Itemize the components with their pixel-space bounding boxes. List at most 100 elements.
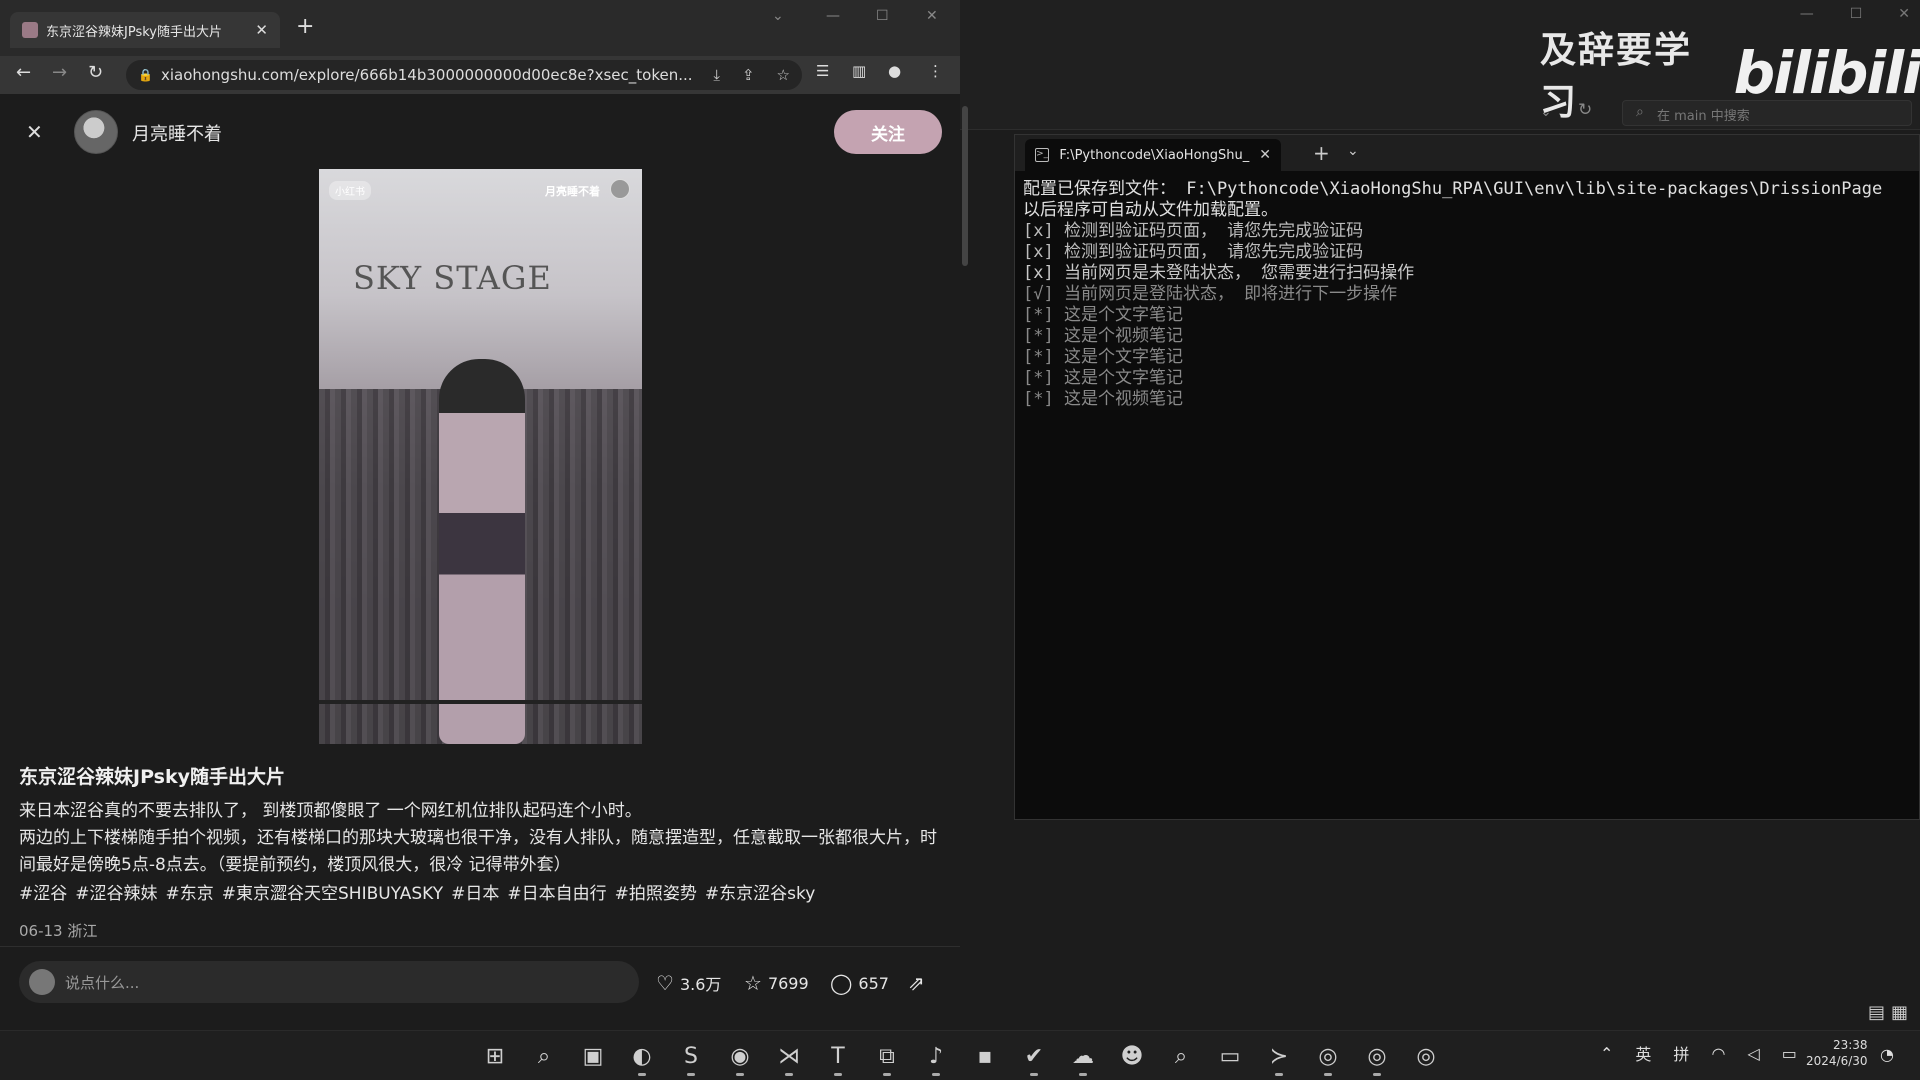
typora-icon[interactable]: T xyxy=(819,1035,857,1077)
check-icon[interactable]: ✔ xyxy=(1015,1035,1053,1077)
photo-icon[interactable]: ▪ xyxy=(966,1035,1004,1077)
watermark: 及辞要学习 bilibili xyxy=(1540,30,1920,123)
edge-icon[interactable]: ◐ xyxy=(623,1035,661,1077)
terminal-tab[interactable]: >_ F:\Pythoncode\XiaoHongShu_ ✕ xyxy=(1025,139,1281,171)
reload-button[interactable]: ↻ xyxy=(88,62,103,83)
new-tab-icon[interactable]: + xyxy=(1313,141,1330,165)
bookmark-star-icon[interactable]: ☆ xyxy=(777,66,790,84)
note-tag[interactable]: #日本自由行 xyxy=(507,879,606,904)
ime-language[interactable]: 英 xyxy=(1635,1041,1651,1065)
author-name[interactable]: 月亮睡不着 xyxy=(132,120,222,146)
note-page: ✕ 月亮睡不着 关注 小红书 月亮睡不着 SKY STAGE 东京涩谷辣妹JPs… xyxy=(0,94,960,1020)
terminal-line: 以后程序可自动从文件加载配置。 xyxy=(1023,200,1278,220)
note-tag[interactable]: #東京澀谷天空SHIBUYASKY xyxy=(222,879,443,904)
clock[interactable]: 23:38 2024/6/30 xyxy=(1806,1037,1868,1069)
maximize-icon[interactable]: ☐ xyxy=(876,8,889,24)
note-tag[interactable]: #涩谷辣妹 xyxy=(75,879,157,904)
system-tray: ⌃ 英 拼 ◠ ◁ ▭ xyxy=(1600,1041,1797,1065)
terminal-line: [x] 当前网页是未登陆状态， 您需要进行扫码操作 xyxy=(1023,263,1415,283)
maximize-icon[interactable]: ☐ xyxy=(1850,6,1863,22)
battery-icon[interactable]: ▭ xyxy=(1782,1044,1797,1063)
volume-icon[interactable]: ◁ xyxy=(1747,1044,1759,1063)
chrome-icon-2[interactable]: ◎ xyxy=(1358,1035,1396,1077)
clock-date: 2024/6/30 xyxy=(1806,1054,1868,1068)
close-icon[interactable]: ✕ xyxy=(926,8,938,24)
author-avatar[interactable] xyxy=(74,110,118,154)
explorer-icon[interactable]: ▭ xyxy=(1211,1035,1249,1077)
chrome-icon-1[interactable]: ◎ xyxy=(1309,1035,1347,1077)
task-view-icon[interactable]: ▣ xyxy=(574,1035,612,1077)
comment-input[interactable]: 说点什么... xyxy=(19,961,639,1003)
music-icon[interactable]: ♪ xyxy=(917,1035,955,1077)
everything-icon[interactable]: ⌕ xyxy=(1162,1035,1200,1077)
grid-view-icon[interactable]: ▦ xyxy=(1891,1002,1908,1023)
browser-tabstrip: 东京涩谷辣妹JPsky随手出大片 ✕ + ⌄ — ☐ ✕ xyxy=(0,0,960,56)
chrome-icon-3[interactable]: ◎ xyxy=(1407,1035,1445,1077)
menu-icon[interactable]: ⋮ xyxy=(928,62,943,80)
url-text[interactable]: xiaohongshu.com/explore/666b14b300000000… xyxy=(161,66,691,84)
follow-button[interactable]: 关注 xyxy=(834,110,942,154)
terminal-line: [x] 检测到验证码页面， 请您先完成验证码 xyxy=(1023,242,1364,262)
note-tag[interactable]: #东京 xyxy=(166,879,214,904)
wechat-icon[interactable]: ☁ xyxy=(1064,1035,1102,1077)
xiaohongshu-favicon-icon xyxy=(22,22,38,38)
side-panel-icon[interactable]: ▥ xyxy=(852,62,866,80)
close-icon[interactable]: ✕ xyxy=(1259,147,1271,163)
share-icon[interactable]: ⇪ xyxy=(742,66,755,84)
person-figure xyxy=(439,359,525,744)
collect-button[interactable]: ☆ 7699 xyxy=(744,971,809,995)
terminal-line: [*] 这是个文字笔记 xyxy=(1023,368,1183,388)
back-button[interactable]: ← xyxy=(16,62,31,83)
lock-icon: 🔒 xyxy=(138,68,153,82)
ime-mode[interactable]: 拼 xyxy=(1673,1041,1689,1065)
note-tag[interactable]: #东京涩谷sky xyxy=(705,879,815,904)
close-note-icon[interactable]: ✕ xyxy=(26,120,43,144)
tab-search-icon[interactable]: ☰ xyxy=(816,62,829,80)
multiwindow-icon[interactable]: ⧉ xyxy=(868,1035,906,1077)
forward-button[interactable]: → xyxy=(52,62,67,83)
terminal-tabbar: >_ F:\Pythoncode\XiaoHongShu_ ✕ + ⌄ xyxy=(1015,135,1919,171)
note-date-location: 06-13 浙江 xyxy=(19,922,98,940)
like-button[interactable]: ♡ 3.6万 xyxy=(656,971,721,995)
terminal-line: [√] 当前网页是登陆状态， 即将进行下一步操作 xyxy=(1023,284,1398,304)
profile-icon[interactable]: ● xyxy=(888,62,901,80)
chevron-down-icon[interactable]: ⌄ xyxy=(772,8,784,24)
note-desc-line: 两边的上下楼梯随手拍个视频，还有楼梯口的那块大玻璃也很干净，没有人排队，随意摆造… xyxy=(19,828,937,875)
close-icon[interactable]: ✕ xyxy=(255,21,268,39)
wifi-icon[interactable]: ◠ xyxy=(1711,1044,1725,1063)
minimize-icon[interactable]: — xyxy=(1800,6,1814,22)
note-tag[interactable]: #拍照姿势 xyxy=(615,879,697,904)
obs-icon[interactable]: ◉ xyxy=(721,1035,759,1077)
terminal-window: >_ F:\Pythoncode\XiaoHongShu_ ✕ + ⌄ 配置已保… xyxy=(1014,134,1920,820)
list-view-icon[interactable]: ▤ xyxy=(1868,1002,1885,1023)
comment-button[interactable]: ◯ 657 xyxy=(830,971,889,995)
background-window-controls: — ☐ ✕ xyxy=(1800,6,1910,22)
install-icon[interactable]: ⤓ xyxy=(713,66,720,84)
terminal-line: [*] 这是个视频笔记 xyxy=(1023,326,1183,346)
chevron-up-icon[interactable]: ⌃ xyxy=(1600,1044,1613,1063)
terminal-icon[interactable]: ≻ xyxy=(1260,1035,1298,1077)
note-tag[interactable]: #涩谷 xyxy=(19,879,67,904)
clock-time: 23:38 xyxy=(1832,1038,1868,1052)
browser-tab[interactable]: 东京涩谷辣妹JPsky随手出大片 ✕ xyxy=(10,12,280,48)
vscode-icon[interactable]: ⋊ xyxy=(770,1035,808,1077)
new-tab-button[interactable]: + xyxy=(296,14,314,39)
windows-start-icon[interactable]: ⊞ xyxy=(476,1035,514,1077)
chevron-down-icon[interactable]: ⌄ xyxy=(1347,143,1359,159)
star-icon: ☆ xyxy=(744,971,762,995)
minimize-icon[interactable]: — xyxy=(826,8,840,24)
share-button[interactable]: ⇗ xyxy=(908,971,925,995)
notification-icon[interactable]: ◔ xyxy=(1880,1045,1894,1064)
note-title: 东京涩谷辣妹JPsky随手出大片 xyxy=(19,766,285,788)
note-image[interactable]: 小红书 月亮睡不着 SKY STAGE xyxy=(319,169,642,744)
address-bar[interactable]: 🔒 xiaohongshu.com/explore/666b14b3000000… xyxy=(126,60,802,90)
browser-scrollbar[interactable] xyxy=(962,106,968,266)
user-avatar xyxy=(29,969,55,995)
note-description: 来日本涩谷真的不要去排队了， 到楼顶都傻眼了 一个网红机位排队起码连个小时。 两… xyxy=(19,798,944,879)
search-icon[interactable]: ⌕ xyxy=(525,1035,563,1077)
note-tag[interactable]: #日本 xyxy=(451,879,499,904)
close-icon[interactable]: ✕ xyxy=(1898,6,1910,22)
comment-icon: ◯ xyxy=(830,971,853,995)
qq-icon[interactable]: ☻ xyxy=(1113,1035,1151,1077)
sublime-icon[interactable]: S xyxy=(672,1035,710,1077)
